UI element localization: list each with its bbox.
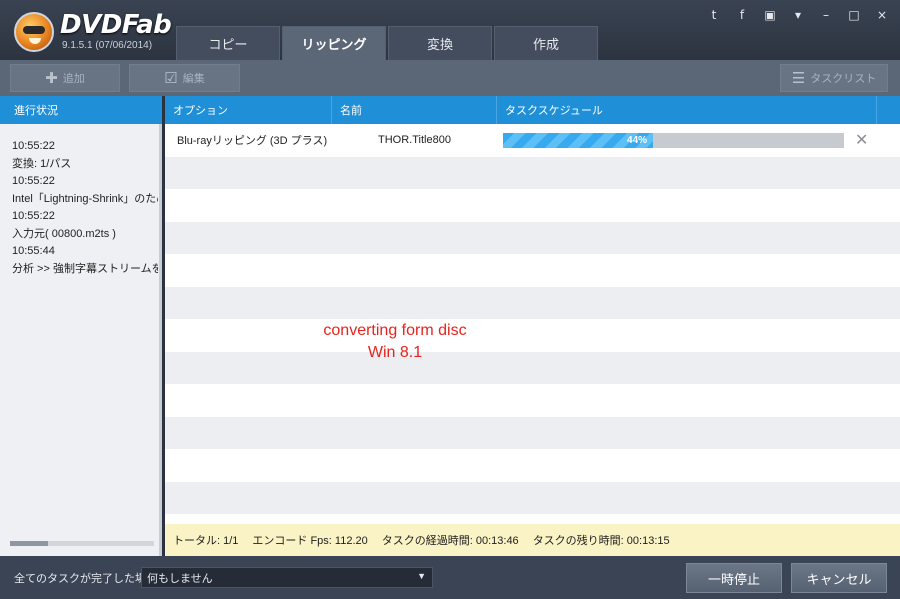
bottom-bar: 全てのタスクが完了した場合: 何もしません ▼ 一時停止 キャンセル bbox=[0, 556, 900, 599]
main-tabs: コピー リッピング 変換 作成 bbox=[176, 26, 600, 60]
empty-table-row bbox=[165, 319, 900, 352]
annotation-text: converting form disc Win 8.1 bbox=[290, 320, 500, 364]
tab-create[interactable]: 作成 bbox=[494, 26, 598, 60]
list-icon: ☰ bbox=[791, 70, 806, 87]
completion-action-select[interactable]: 何もしません ▼ bbox=[141, 567, 433, 588]
chevron-down-icon: ▼ bbox=[417, 571, 426, 581]
edit-button-label: 編集 bbox=[182, 73, 205, 85]
table-row[interactable]: Blu-rayリッピング (3D プラス) THOR.Title800 44% ✕ bbox=[165, 124, 900, 157]
empty-table-row bbox=[165, 156, 900, 189]
completion-action-label: 全てのタスクが完了した場合: bbox=[14, 573, 161, 585]
window-controls: t f ▣ ▾ – □ × bbox=[706, 8, 890, 22]
twitter-icon[interactable]: t bbox=[706, 8, 722, 22]
minimize-icon[interactable]: – bbox=[818, 8, 834, 22]
status-remaining: タスクの残り時間: 00:13:15 bbox=[532, 535, 670, 547]
app-brand: DVDFab bbox=[60, 10, 172, 40]
log-line: 10:55:22 bbox=[12, 175, 55, 187]
progress-log-panel: 10:55:22 変換: 1/パス 10:55:22 Intel「Lightning-… bbox=[0, 124, 162, 556]
tab-copy[interactable]: コピー bbox=[176, 26, 280, 60]
edit-icon: ☑ bbox=[164, 70, 178, 87]
log-line: 10:55:22 bbox=[12, 140, 55, 152]
progress-fill: 44% bbox=[503, 133, 654, 148]
log-line: 分析 >> 強制字幕ストリームを bbox=[12, 262, 158, 275]
cancel-button[interactable]: キャンセル bbox=[791, 563, 887, 593]
task-table: Blu-rayリッピング (3D プラス) THOR.Title800 44% ✕ bbox=[165, 124, 900, 524]
log-line: 入力元( 00800.m2ts ) bbox=[12, 227, 116, 240]
column-header-spacer bbox=[877, 96, 900, 124]
toolbar: ✚ 追加 ☑ 編集 ☰ タスクリスト bbox=[0, 60, 900, 96]
log-line: 10:55:44 bbox=[12, 245, 55, 257]
app-version: 9.1.5.1 (07/06/2014) bbox=[62, 40, 153, 51]
status-total: トータル: 1/1 bbox=[173, 535, 239, 547]
progress-panel-header: 進行状況 bbox=[0, 96, 162, 124]
add-button-label: 追加 bbox=[62, 73, 85, 85]
add-button[interactable]: ✚ 追加 bbox=[10, 64, 120, 92]
annotation-line-1: converting form disc bbox=[323, 322, 467, 339]
tasklist-button-label: タスクリスト bbox=[810, 73, 877, 85]
empty-table-row bbox=[165, 254, 900, 287]
tab-ripping[interactable]: リッピング bbox=[282, 26, 386, 60]
row-option: Blu-rayリッピング (3D プラス) bbox=[177, 135, 328, 148]
plus-icon: ✚ bbox=[45, 70, 58, 87]
column-header-option[interactable]: オプション bbox=[165, 96, 332, 124]
task-table-header: オプション 名前 タスクスケジュール bbox=[165, 96, 900, 124]
empty-table-row bbox=[165, 416, 900, 449]
menu-dropdown-icon[interactable]: ▾ bbox=[790, 8, 806, 22]
dvdfab-logo-icon bbox=[14, 12, 54, 52]
log-line: Intel「Lightning-Shrink」のため bbox=[12, 192, 158, 205]
annotation-line-2: Win 8.1 bbox=[367, 344, 423, 361]
youtube-icon[interactable]: ▣ bbox=[762, 8, 778, 22]
edit-button[interactable]: ☑ 編集 bbox=[129, 64, 240, 92]
remove-task-icon[interactable]: ✕ bbox=[855, 130, 868, 149]
scrollbar-thumb[interactable] bbox=[10, 541, 48, 546]
column-header-name[interactable]: 名前 bbox=[332, 96, 497, 124]
status-bar: トータル: 1/1 エンコード Fps: 112.20 タスクの経過時間: 00… bbox=[165, 524, 900, 556]
close-icon[interactable]: × bbox=[874, 8, 890, 22]
empty-table-row bbox=[165, 351, 900, 384]
maximize-icon[interactable]: □ bbox=[846, 8, 862, 22]
row-name: THOR.Title800 bbox=[378, 134, 451, 147]
completion-action-value: 何もしません bbox=[147, 572, 213, 585]
log-line: 10:55:22 bbox=[12, 210, 55, 222]
log-line: 変換: 1/パス bbox=[12, 157, 72, 170]
empty-table-row bbox=[165, 189, 900, 222]
progress-log: 10:55:22 変換: 1/パス 10:55:22 Intel「Lightning-… bbox=[12, 138, 158, 278]
empty-table-row bbox=[165, 481, 900, 514]
tasklist-button[interactable]: ☰ タスクリスト bbox=[780, 64, 888, 92]
progress-bar: 44% bbox=[503, 133, 844, 148]
title-bar: DVDFab 9.1.5.1 (07/06/2014) コピー リッピング 変換… bbox=[0, 0, 900, 60]
pause-button[interactable]: 一時停止 bbox=[686, 563, 782, 593]
horizontal-scrollbar[interactable] bbox=[10, 541, 154, 546]
empty-table-row bbox=[165, 449, 900, 482]
column-header-schedule[interactable]: タスクスケジュール bbox=[497, 96, 877, 124]
status-fps: エンコード Fps: 112.20 bbox=[252, 535, 368, 547]
empty-table-row bbox=[165, 384, 900, 417]
status-elapsed: タスクの経過時間: 00:13:46 bbox=[381, 535, 519, 547]
tab-convert[interactable]: 変換 bbox=[388, 26, 492, 60]
empty-table-row bbox=[165, 221, 900, 254]
empty-table-row bbox=[165, 286, 900, 319]
facebook-icon[interactable]: f bbox=[734, 8, 750, 22]
progress-percent: 44% bbox=[627, 135, 648, 146]
